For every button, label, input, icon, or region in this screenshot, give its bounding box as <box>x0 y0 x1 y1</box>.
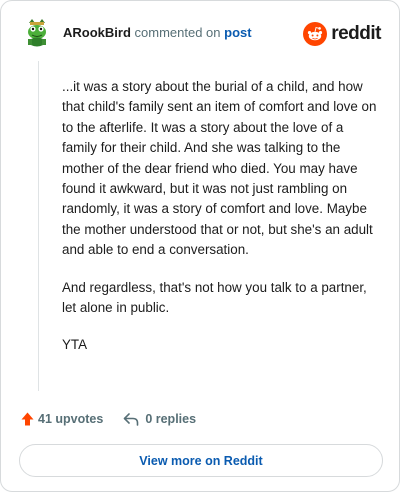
view-more-button[interactable]: View more on Reddit <box>19 444 383 477</box>
comment-actions: 41 upvotes 0 replies <box>21 409 196 429</box>
comment-header: ARookBird commented on post reddit <box>21 17 383 51</box>
commented-on-text: commented on <box>134 25 221 40</box>
comment-body: ...it was a story about the burial of a … <box>62 77 378 373</box>
comment-paragraph-2: And regardless, that's not how you talk … <box>62 279 367 316</box>
embedded-comment-card: ARookBird commented on post reddit ...it… <box>0 0 400 492</box>
reddit-logo[interactable]: reddit <box>303 21 381 47</box>
thread-line <box>38 61 39 391</box>
comment-paragraph-3: YTA <box>62 337 88 353</box>
reddit-wordmark: reddit <box>331 23 381 44</box>
reply-arrow-icon <box>124 413 139 426</box>
upvote-arrow-icon <box>21 412 34 426</box>
post-link[interactable]: post <box>224 25 251 40</box>
replies-button[interactable]: 0 replies <box>103 412 196 426</box>
comment-paragraph-1: ...it was a story about the burial of a … <box>62 79 377 258</box>
frog-avatar-icon[interactable] <box>23 17 51 47</box>
reply-count: 0 replies <box>145 412 197 426</box>
upvote-count: 41 upvotes <box>38 412 104 426</box>
username-link[interactable]: ARookBird <box>63 25 131 40</box>
comment-byline: ARookBird commented on post <box>63 25 252 41</box>
upvote-button[interactable]: 41 upvotes <box>21 412 103 426</box>
reddit-snoo-icon <box>303 22 328 46</box>
